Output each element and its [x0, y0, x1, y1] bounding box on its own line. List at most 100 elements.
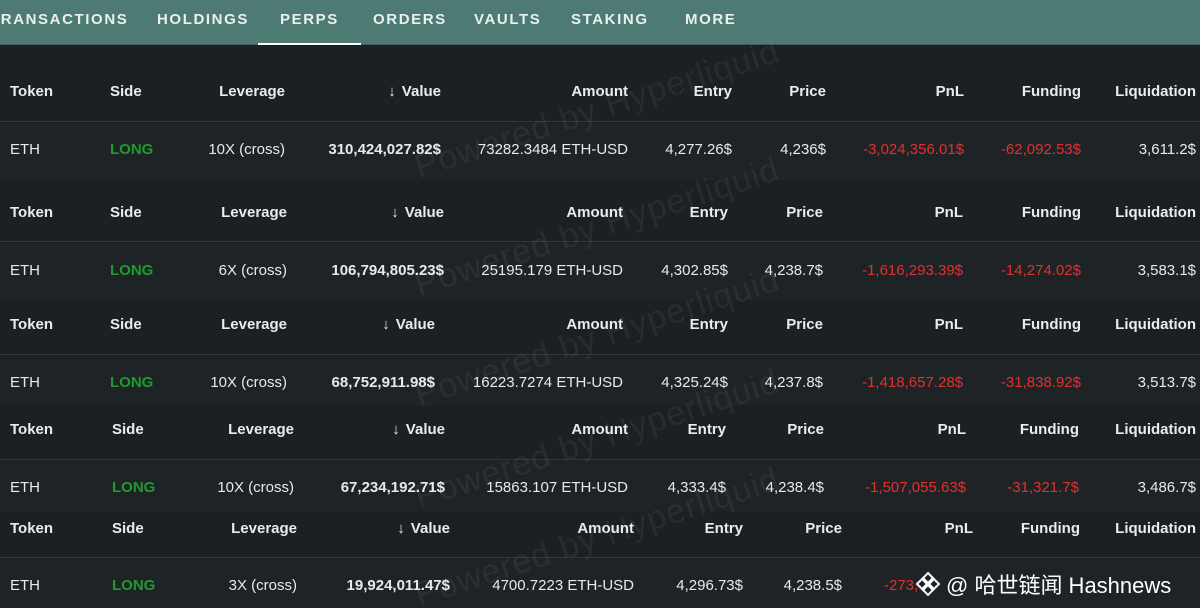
header-amount[interactable]: Amount: [571, 421, 628, 438]
cell-value: 19,924,011.47$: [346, 577, 450, 594]
header-token[interactable]: Token: [10, 316, 53, 333]
header-funding[interactable]: Funding: [1022, 316, 1081, 333]
arrow-down-icon: ↓: [391, 204, 399, 221]
header-funding[interactable]: Funding: [1022, 204, 1081, 221]
arrow-down-icon: ↓: [382, 316, 390, 333]
header-amount[interactable]: Amount: [577, 520, 634, 537]
header-entry[interactable]: Entry: [694, 83, 732, 100]
header-pnl[interactable]: PnL: [936, 83, 964, 100]
header-entry[interactable]: Entry: [705, 520, 743, 537]
header-liquidation[interactable]: Liquidation: [1115, 316, 1196, 333]
cell-amount: 16223.7274 ETH-USD: [472, 374, 623, 391]
tab-perps[interactable]: PERPS: [258, 0, 361, 45]
header-pnl[interactable]: PnL: [935, 316, 963, 333]
header-leverage[interactable]: Leverage: [219, 83, 285, 100]
corner-label: @ 哈世链闻 Hashnews: [946, 573, 1172, 598]
header-side[interactable]: Side: [112, 421, 144, 438]
header-amount[interactable]: Amount: [571, 83, 628, 100]
cell-value: 68,752,911.98$: [331, 374, 435, 391]
header-amount[interactable]: Amount: [566, 316, 623, 333]
header-value[interactable]: ↓ Value: [391, 204, 444, 221]
header-entry[interactable]: Entry: [690, 204, 728, 221]
header-liquidation[interactable]: Liquidation: [1115, 204, 1196, 221]
table-header: Token Side Leverage ↓ Value Amount Entry …: [0, 300, 1200, 355]
cell-pnl: -1,507,055.63$: [865, 479, 966, 496]
header-side[interactable]: Side: [112, 520, 144, 537]
header-funding[interactable]: Funding: [1020, 421, 1079, 438]
cell-funding: -62,092.53$: [1000, 141, 1081, 158]
arrow-down-icon: ↓: [397, 520, 405, 537]
cell-leverage: 10X (cross): [208, 141, 285, 158]
arrow-down-icon: ↓: [388, 83, 396, 100]
cell-leverage: 10X (cross): [210, 374, 287, 391]
header-side[interactable]: Side: [110, 83, 142, 100]
corner-logo: @ 哈世链闻 Hashnews: [914, 566, 1171, 602]
header-value[interactable]: ↓ Value: [397, 520, 450, 537]
header-entry[interactable]: Entry: [690, 316, 728, 333]
header-leverage[interactable]: Leverage: [221, 316, 287, 333]
cell-token: ETH: [10, 577, 40, 594]
header-entry[interactable]: Entry: [688, 421, 726, 438]
cell-amount: 73282.3484 ETH-USD: [477, 141, 628, 158]
cell-liquidation: 3,486.7$: [1137, 479, 1196, 496]
cell-value: 67,234,192.71$: [340, 479, 445, 496]
cell-leverage: 10X (cross): [217, 479, 294, 496]
cell-leverage: 3X (cross): [228, 577, 297, 594]
cell-side: LONG: [110, 262, 154, 279]
header-leverage[interactable]: Leverage: [231, 520, 297, 537]
header-funding[interactable]: Funding: [1022, 83, 1081, 100]
cell-amount: 15863.107 ETH-USD: [486, 479, 628, 496]
cell-entry: 4,296.73$: [676, 577, 743, 594]
header-amount[interactable]: Amount: [566, 204, 623, 221]
header-price[interactable]: Price: [805, 520, 842, 537]
tab-transactions[interactable]: TRANSACTIONS: [0, 0, 128, 45]
cell-pnl: -1,418,657.28$: [862, 374, 963, 391]
tab-orders[interactable]: ORDERS: [373, 0, 447, 45]
cell-side: LONG: [110, 374, 154, 391]
header-value[interactable]: ↓ Value: [388, 83, 441, 100]
table-row[interactable]: ETH LONG 10X (cross) 310,424,027.82$ 732…: [0, 123, 1200, 180]
header-funding[interactable]: Funding: [1021, 520, 1080, 537]
header-liquidation[interactable]: Liquidation: [1115, 421, 1196, 438]
cell-leverage: 6X (cross): [218, 262, 287, 279]
tab-staking[interactable]: STAKING: [571, 0, 649, 45]
header-side[interactable]: Side: [110, 316, 142, 333]
header-side[interactable]: Side: [110, 204, 142, 221]
cell-amount: 25195.179 ETH-USD: [481, 262, 623, 279]
header-leverage[interactable]: Leverage: [228, 421, 294, 438]
header-value[interactable]: ↓ Value: [382, 316, 435, 333]
table-header: Token Side Leverage ↓ Value Amount Entry …: [0, 406, 1200, 460]
header-value[interactable]: ↓ Value: [392, 421, 445, 438]
cell-entry: 4,277.26$: [665, 141, 732, 158]
tab-more[interactable]: MORE: [685, 0, 736, 45]
header-price[interactable]: Price: [787, 421, 824, 438]
cell-token: ETH: [10, 479, 40, 496]
table-row[interactable]: ETH LONG 6X (cross) 106,794,805.23$ 2519…: [0, 243, 1200, 300]
header-liquidation[interactable]: Liquidation: [1115, 83, 1196, 100]
cell-entry: 4,333.4$: [667, 479, 726, 496]
cell-entry: 4,302.85$: [661, 262, 728, 279]
cell-value: 310,424,027.82$: [328, 141, 441, 158]
table-row[interactable]: ETH LONG 10X (cross) 68,752,911.98$ 1622…: [0, 356, 1200, 406]
header-pnl[interactable]: PnL: [935, 204, 963, 221]
cell-price: 4,237.8$: [764, 374, 823, 391]
cell-value: 106,794,805.23$: [331, 262, 444, 279]
cell-price: 4,238.7$: [764, 262, 823, 279]
header-pnl[interactable]: PnL: [945, 520, 973, 537]
header-token[interactable]: Token: [10, 421, 53, 438]
header-price[interactable]: Price: [786, 204, 823, 221]
tab-vaults[interactable]: VAULTS: [474, 0, 541, 45]
tab-holdings[interactable]: HOLDINGS: [157, 0, 249, 45]
header-token[interactable]: Token: [10, 520, 53, 537]
cell-side: LONG: [112, 577, 156, 594]
table-row[interactable]: ETH LONG 10X (cross) 67,234,192.71$ 1586…: [0, 461, 1200, 511]
header-token[interactable]: Token: [10, 83, 53, 100]
cell-entry: 4,325.24$: [661, 374, 728, 391]
header-leverage[interactable]: Leverage: [221, 204, 287, 221]
cell-token: ETH: [10, 374, 40, 391]
header-price[interactable]: Price: [789, 83, 826, 100]
header-price[interactable]: Price: [786, 316, 823, 333]
header-token[interactable]: Token: [10, 204, 53, 221]
header-pnl[interactable]: PnL: [938, 421, 966, 438]
header-liquidation[interactable]: Liquidation: [1115, 520, 1196, 537]
